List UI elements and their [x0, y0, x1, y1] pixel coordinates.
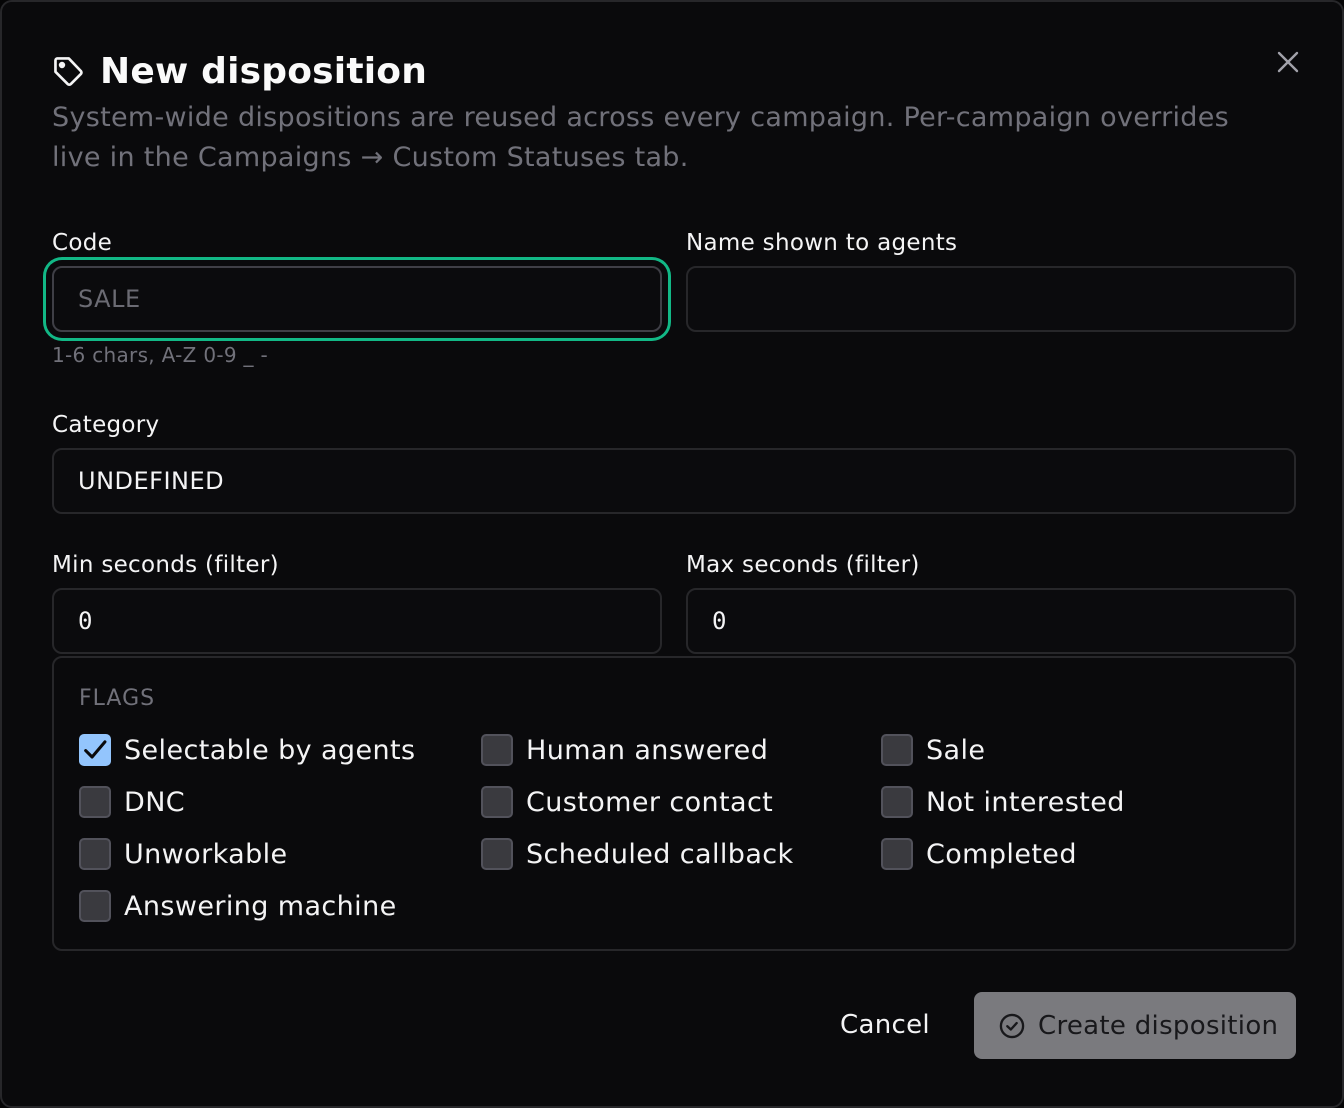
flag-scheduled-callback[interactable]: Scheduled callback — [481, 837, 794, 871]
flag-label: Not interested — [926, 786, 1125, 818]
name-label: Name shown to agents — [686, 230, 958, 256]
check-circle-icon — [999, 1013, 1025, 1038]
checkbox-checked[interactable] — [79, 734, 111, 766]
flags-title: FLAGS — [79, 686, 156, 711]
checkbox[interactable] — [881, 838, 913, 870]
category-label: Category — [52, 412, 160, 438]
category-select[interactable]: UNDEFINED — [52, 448, 1296, 514]
flag-label: Sale — [926, 734, 986, 766]
flag-label: Unworkable — [124, 838, 288, 870]
name-input[interactable] — [686, 266, 1296, 332]
create-button-label: Create disposition — [1038, 1010, 1279, 1041]
flag-selectable-by-agents[interactable]: Selectable by agents — [79, 733, 415, 767]
flag-dnc[interactable]: DNC — [79, 785, 185, 819]
max-seconds-label: Max seconds (filter) — [686, 552, 920, 578]
flag-label: Selectable by agents — [124, 734, 416, 766]
checkbox[interactable] — [881, 786, 913, 818]
code-hint: 1-6 chars, A-Z 0-9 _ - — [52, 343, 269, 367]
close-button[interactable] — [1270, 44, 1306, 80]
flag-label: Completed — [926, 838, 1077, 870]
dialog-description: System-wide dispositions are reused acro… — [52, 102, 1230, 173]
max-seconds-input[interactable]: 0 — [686, 588, 1296, 654]
dialog-header: New disposition — [52, 48, 427, 94]
flags-group: FLAGS Selectable by agents Human answere… — [52, 656, 1296, 951]
flag-not-interested[interactable]: Not interested — [881, 785, 1125, 819]
min-seconds-input[interactable]: 0 — [52, 588, 662, 654]
tag-icon — [52, 55, 84, 87]
checkbox[interactable] — [79, 786, 111, 818]
min-seconds-label: Min seconds (filter) — [52, 552, 279, 578]
flag-label: Answering machine — [124, 890, 397, 922]
flag-completed[interactable]: Completed — [881, 837, 1077, 871]
checkbox[interactable] — [881, 734, 913, 766]
flag-sale[interactable]: Sale — [881, 733, 985, 767]
checkmark-icon — [84, 740, 107, 759]
code-label: Code — [52, 230, 113, 256]
flag-label: DNC — [124, 786, 186, 818]
flag-label: Customer contact — [526, 786, 774, 818]
flag-answering-machine[interactable]: Answering machine — [79, 889, 397, 923]
checkbox[interactable] — [79, 838, 111, 870]
flag-customer-contact[interactable]: Customer contact — [481, 785, 773, 819]
close-icon — [1277, 51, 1299, 73]
new-disposition-dialog: New disposition System-wide dispositions… — [0, 0, 1344, 1108]
cancel-button[interactable]: Cancel — [824, 992, 946, 1058]
flag-label: Human answered — [526, 734, 769, 766]
flag-label: Scheduled callback — [526, 838, 794, 870]
flag-unworkable[interactable]: Unworkable — [79, 837, 288, 871]
flag-human-answered[interactable]: Human answered — [481, 733, 768, 767]
create-disposition-button[interactable]: Create disposition — [974, 992, 1296, 1059]
checkbox[interactable] — [481, 786, 513, 818]
dialog-title: New disposition — [100, 50, 428, 92]
code-input[interactable]: SALE — [52, 266, 662, 332]
checkbox[interactable] — [481, 838, 513, 870]
checkbox[interactable] — [481, 734, 513, 766]
checkbox[interactable] — [79, 890, 111, 922]
